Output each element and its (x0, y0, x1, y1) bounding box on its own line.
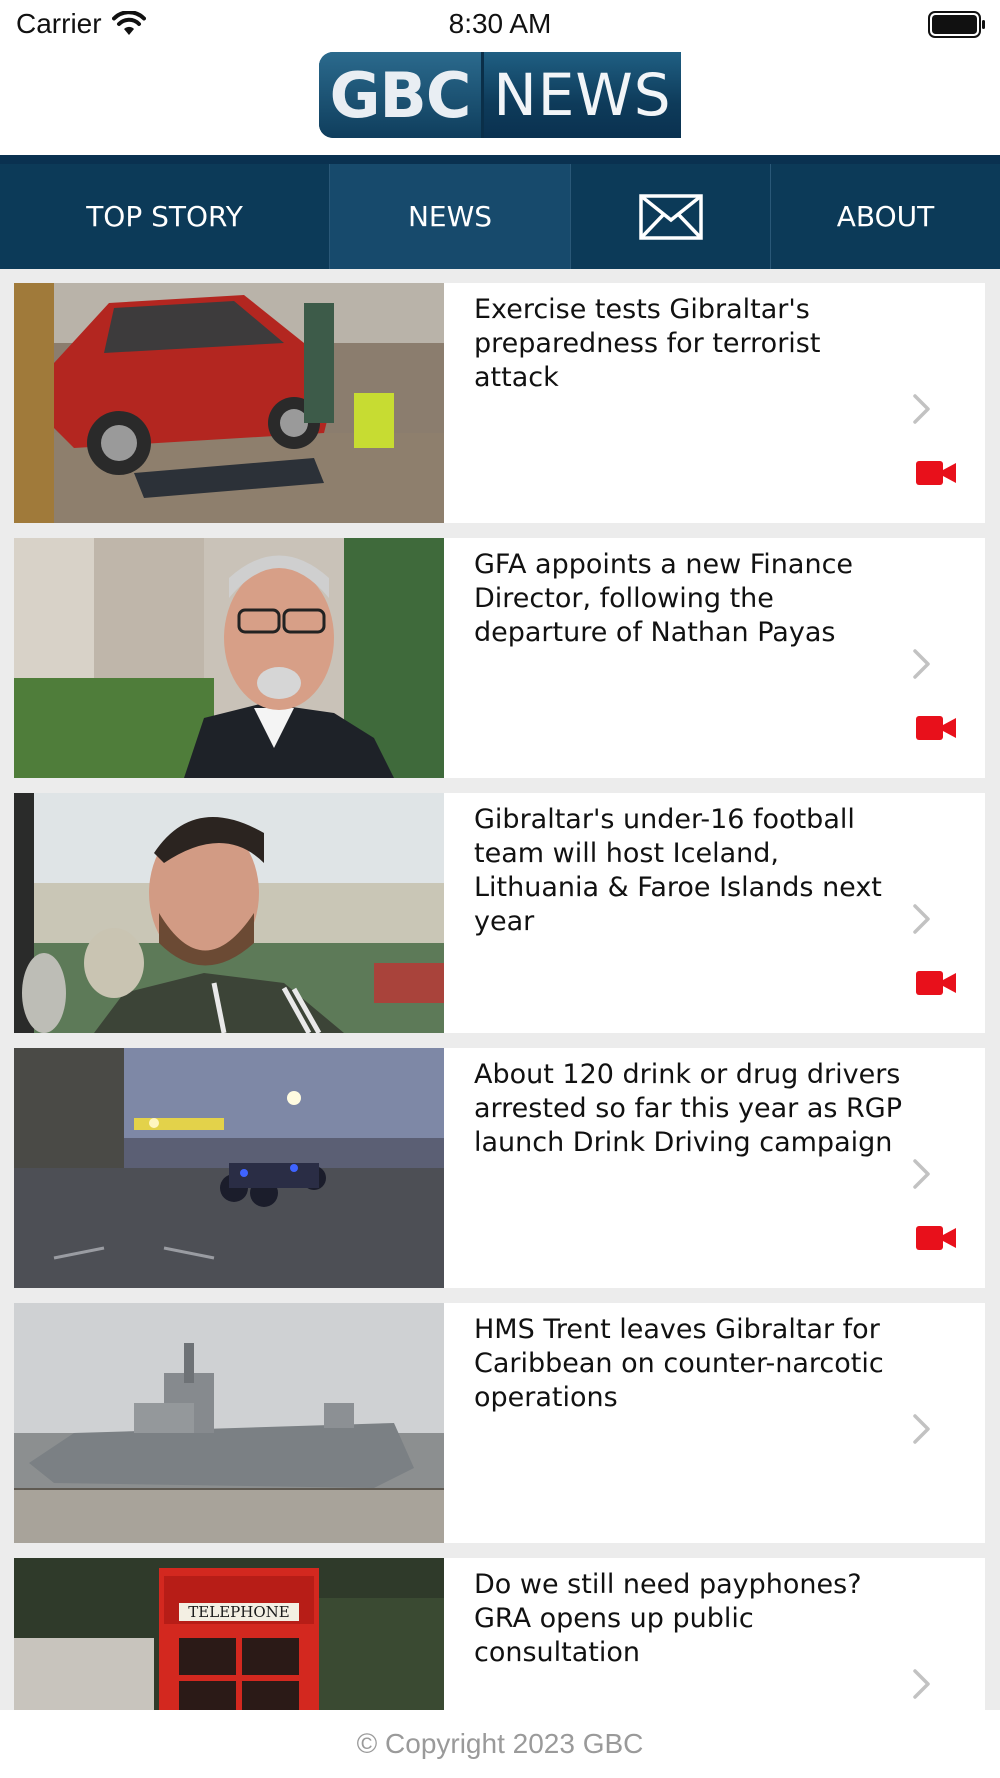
video-camera-icon (916, 1226, 956, 1250)
thumbnail-image (14, 793, 444, 1033)
header: GBC NEWS (0, 52, 1000, 138)
story-headline: Gibraltar's under-16 football team will … (474, 804, 882, 937)
story-thumbnail (14, 538, 444, 778)
story-body: Gibraltar's under-16 football team will … (444, 793, 985, 1033)
footer: © Copyright 2023 GBC (0, 1710, 1000, 1778)
story-body: GFA appoints a new Finance Director, fol… (444, 538, 985, 778)
story-card[interactable]: Gibraltar's under-16 football team will … (14, 793, 985, 1033)
nav-tab-top-story[interactable]: TOP STORY (0, 164, 330, 269)
chevron-right-icon (913, 1414, 930, 1444)
battery-icon (928, 11, 985, 38)
thumbnail-image (14, 538, 444, 778)
story-thumbnail (14, 283, 444, 523)
status-bar: Carrier 8:30 AM (0, 0, 1000, 50)
nav-tab-news[interactable]: NEWS (330, 164, 571, 269)
news-feed[interactable]: Exercise tests Gibraltar's preparedness … (0, 269, 1000, 1710)
story-card[interactable]: About 120 drink or drug drivers arrested… (14, 1048, 985, 1288)
thumbnail-image (14, 283, 444, 523)
chevron-right-icon (913, 904, 930, 934)
logo-gbc-text: GBC (319, 52, 481, 138)
story-thumbnail (14, 1303, 444, 1543)
story-thumbnail (14, 1048, 444, 1288)
story-headline: GFA appoints a new Finance Director, fol… (474, 549, 854, 648)
story-card[interactable]: Exercise tests Gibraltar's preparedness … (14, 283, 985, 523)
chevron-right-icon (913, 1159, 930, 1189)
gbc-news-logo: GBC NEWS (319, 52, 681, 138)
story-card[interactable]: GFA appoints a new Finance Director, fol… (14, 538, 985, 778)
story-body: HMS Trent leaves Gibraltar for Caribbean… (444, 1303, 985, 1543)
nav-tab-contact[interactable] (571, 164, 771, 269)
video-camera-icon (916, 461, 956, 485)
copyright-text: © Copyright 2023 GBC (356, 1728, 644, 1759)
chevron-right-icon (913, 394, 930, 424)
story-headline: Do we still need payphones? GRA opens up… (474, 1569, 862, 1668)
thumbnail-sign-text: TELEPHONE (188, 1603, 289, 1621)
envelope-icon (638, 193, 703, 240)
status-time: 8:30 AM (448, 8, 552, 39)
video-camera-icon (916, 716, 956, 740)
logo-news-text: NEWS (493, 61, 672, 129)
nav-tab-label: TOP STORY (86, 200, 243, 233)
story-card[interactable]: HMS Trent leaves Gibraltar for Caribbean… (14, 1303, 985, 1543)
top-nav: TOP STORY NEWS ABOUT (0, 155, 1000, 269)
video-camera-icon (916, 971, 956, 995)
chevron-right-icon (913, 1669, 930, 1699)
story-body: Do we still need payphones? GRA opens up… (444, 1558, 985, 1710)
story-headline: Exercise tests Gibraltar's preparedness … (474, 294, 821, 393)
nav-tab-label: ABOUT (836, 200, 935, 233)
chevron-right-icon (913, 649, 930, 679)
story-thumbnail (14, 793, 444, 1033)
story-body: About 120 drink or drug drivers arrested… (444, 1048, 985, 1288)
story-body: Exercise tests Gibraltar's preparedness … (444, 283, 985, 523)
thumbnail-image: TELEPHONE (14, 1558, 444, 1710)
nav-tab-about[interactable]: ABOUT (771, 164, 1000, 269)
story-headline: HMS Trent leaves Gibraltar for Caribbean… (474, 1314, 884, 1413)
thumbnail-image (14, 1048, 444, 1288)
story-headline: About 120 drink or drug drivers arrested… (474, 1059, 903, 1158)
nav-tab-label: NEWS (407, 200, 493, 233)
story-thumbnail: TELEPHONE (14, 1558, 444, 1710)
story-card[interactable]: TELEPHONE Do we still need payphones? GR… (14, 1558, 985, 1710)
thumbnail-image (14, 1303, 444, 1543)
